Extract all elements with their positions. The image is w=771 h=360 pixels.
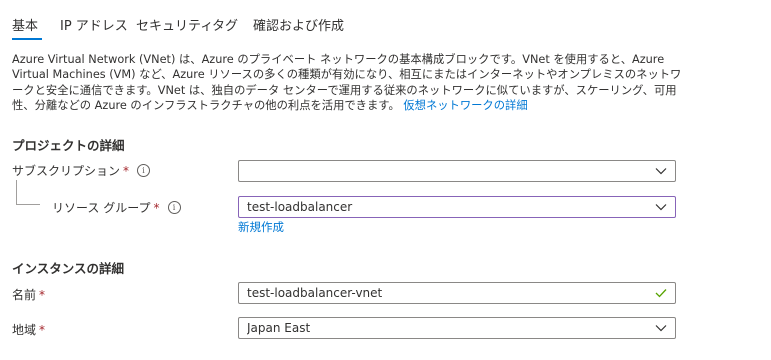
info-icon[interactable]: i [137, 164, 151, 177]
tab-ip-addresses[interactable]: IP アドレス [60, 15, 128, 34]
required-marker: * [39, 322, 46, 337]
tab-basics[interactable]: 基本 [12, 15, 38, 34]
name-label: 名前 * [12, 286, 45, 303]
required-marker: * [123, 163, 130, 178]
required-marker: * [39, 287, 46, 302]
instance-details-heading: インスタンスの詳細 [12, 261, 125, 276]
resource-group-label-text: リソース グループ [52, 201, 151, 215]
project-details-heading: プロジェクトの詳細 [12, 138, 125, 153]
chevron-down-icon [653, 163, 669, 179]
learn-more-link[interactable]: 仮想ネットワークの詳細 [403, 99, 527, 112]
resource-group-value: test-loadbalancer [247, 200, 353, 214]
name-input[interactable]: test-loadbalancer-vnet [238, 282, 676, 304]
subscription-dropdown[interactable] [238, 160, 676, 182]
subscription-label: サブスクリプション * i [12, 162, 151, 179]
region-value: Japan East [247, 321, 311, 335]
name-label-text: 名前 [12, 288, 37, 302]
info-icon[interactable]: i [167, 201, 181, 214]
subscription-label-text: サブスクリプション [12, 164, 121, 178]
tab-tags[interactable]: タグ [212, 15, 238, 34]
required-marker: * [153, 200, 160, 215]
tree-connector-horizontal [16, 204, 40, 205]
description-text: Azure Virtual Network (VNet) は、Azure のプラ… [12, 53, 682, 112]
chevron-down-icon [653, 199, 669, 215]
vnet-description: Azure Virtual Network (VNet) は、Azure のプラ… [12, 52, 682, 113]
create-new-link[interactable]: 新規作成 [238, 219, 284, 235]
region-label-text: 地域 [12, 323, 37, 337]
tab-security[interactable]: セキュリティ [136, 15, 213, 34]
tab-bar: 基本 IP アドレス セキュリティ タグ 確認および作成 [0, 0, 771, 44]
active-tab-indicator [12, 38, 42, 40]
chevron-down-icon [653, 320, 669, 336]
resource-group-label: リソース グループ * i [52, 199, 181, 216]
tab-review-create[interactable]: 確認および作成 [253, 15, 344, 34]
name-value: test-loadbalancer-vnet [247, 286, 383, 300]
resource-group-dropdown[interactable]: test-loadbalancer [238, 196, 676, 218]
tree-connector-vertical [16, 180, 17, 204]
region-label: 地域 * [12, 321, 45, 338]
checkmark-icon [653, 285, 669, 301]
region-dropdown[interactable]: Japan East [238, 317, 676, 339]
